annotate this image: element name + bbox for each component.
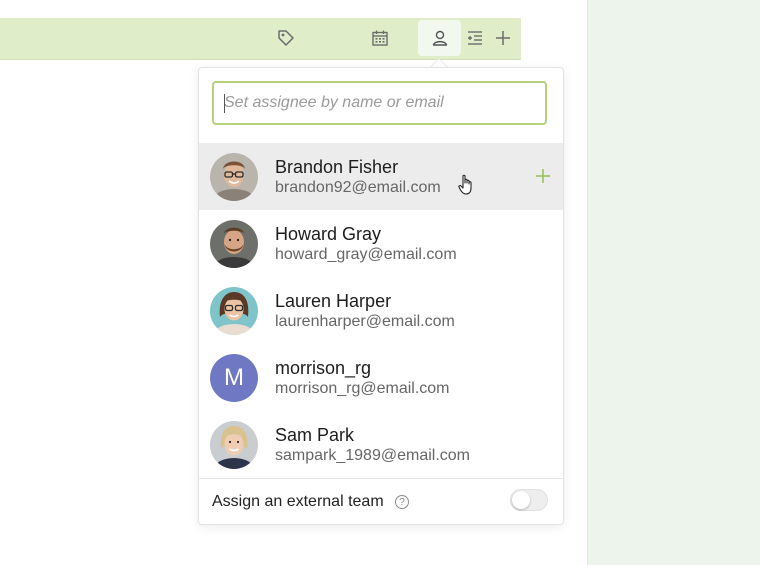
add-button[interactable] <box>485 20 521 56</box>
text-cursor <box>224 94 225 113</box>
toggle-knob <box>512 491 530 509</box>
assignee-popover: Brandon Fisher brandon92@email.com <box>198 67 564 525</box>
assignee-option[interactable]: Lauren Harper laurenharper@email.com <box>199 277 563 344</box>
assignee-name: Howard Gray <box>275 224 382 244</box>
external-team-label: Assign an external team <box>212 493 384 510</box>
assignee-name: Brandon Fisher <box>275 157 399 177</box>
avatar <box>210 421 258 469</box>
avatar-initial: M <box>210 354 258 402</box>
avatar <box>210 220 258 268</box>
add-assignee-icon[interactable] <box>534 167 552 185</box>
assignee-email: sampark_1989@email.com <box>275 447 470 464</box>
assignee-button[interactable] <box>418 20 461 56</box>
assignee-email: howard_gray@email.com <box>275 246 457 263</box>
person-icon <box>432 30 447 46</box>
tag-icon <box>278 30 294 46</box>
assignee-search[interactable] <box>212 81 547 125</box>
assignee-option[interactable]: M morrison_rg morrison_rg@email.com <box>199 344 563 411</box>
assignee-email: laurenharper@email.com <box>275 313 455 330</box>
plus-icon <box>496 31 510 45</box>
assignee-email: brandon92@email.com <box>275 179 441 196</box>
avatar <box>210 287 258 335</box>
assignee-email: morrison_rg@email.com <box>275 380 450 397</box>
assignee-name: Lauren Harper <box>275 291 392 311</box>
external-team-footer: Assign an external team ? <box>199 478 563 525</box>
assignee-option[interactable]: Sam Park sampark_1989@email.com <box>199 411 563 478</box>
tag-button[interactable] <box>268 20 304 56</box>
external-team-toggle[interactable] <box>510 489 548 511</box>
list-indent-icon <box>468 31 482 45</box>
due-date-button[interactable] <box>362 20 398 56</box>
assignee-option[interactable]: Brandon Fisher brandon92@email.com <box>199 143 563 210</box>
side-panel <box>587 0 760 565</box>
calendar-icon <box>372 30 388 46</box>
assignee-name: morrison_rg <box>275 358 372 378</box>
avatar <box>210 153 258 201</box>
assignee-option[interactable]: Howard Gray howard_gray@email.com <box>199 210 563 277</box>
task-toolbar <box>0 18 521 60</box>
assignee-search-input[interactable] <box>214 83 545 123</box>
assignee-name: Sam Park <box>275 425 355 445</box>
assignee-list: Brandon Fisher brandon92@email.com Howar… <box>199 143 563 478</box>
hand-pointer-icon <box>458 174 472 195</box>
help-icon[interactable]: ? <box>395 495 409 509</box>
